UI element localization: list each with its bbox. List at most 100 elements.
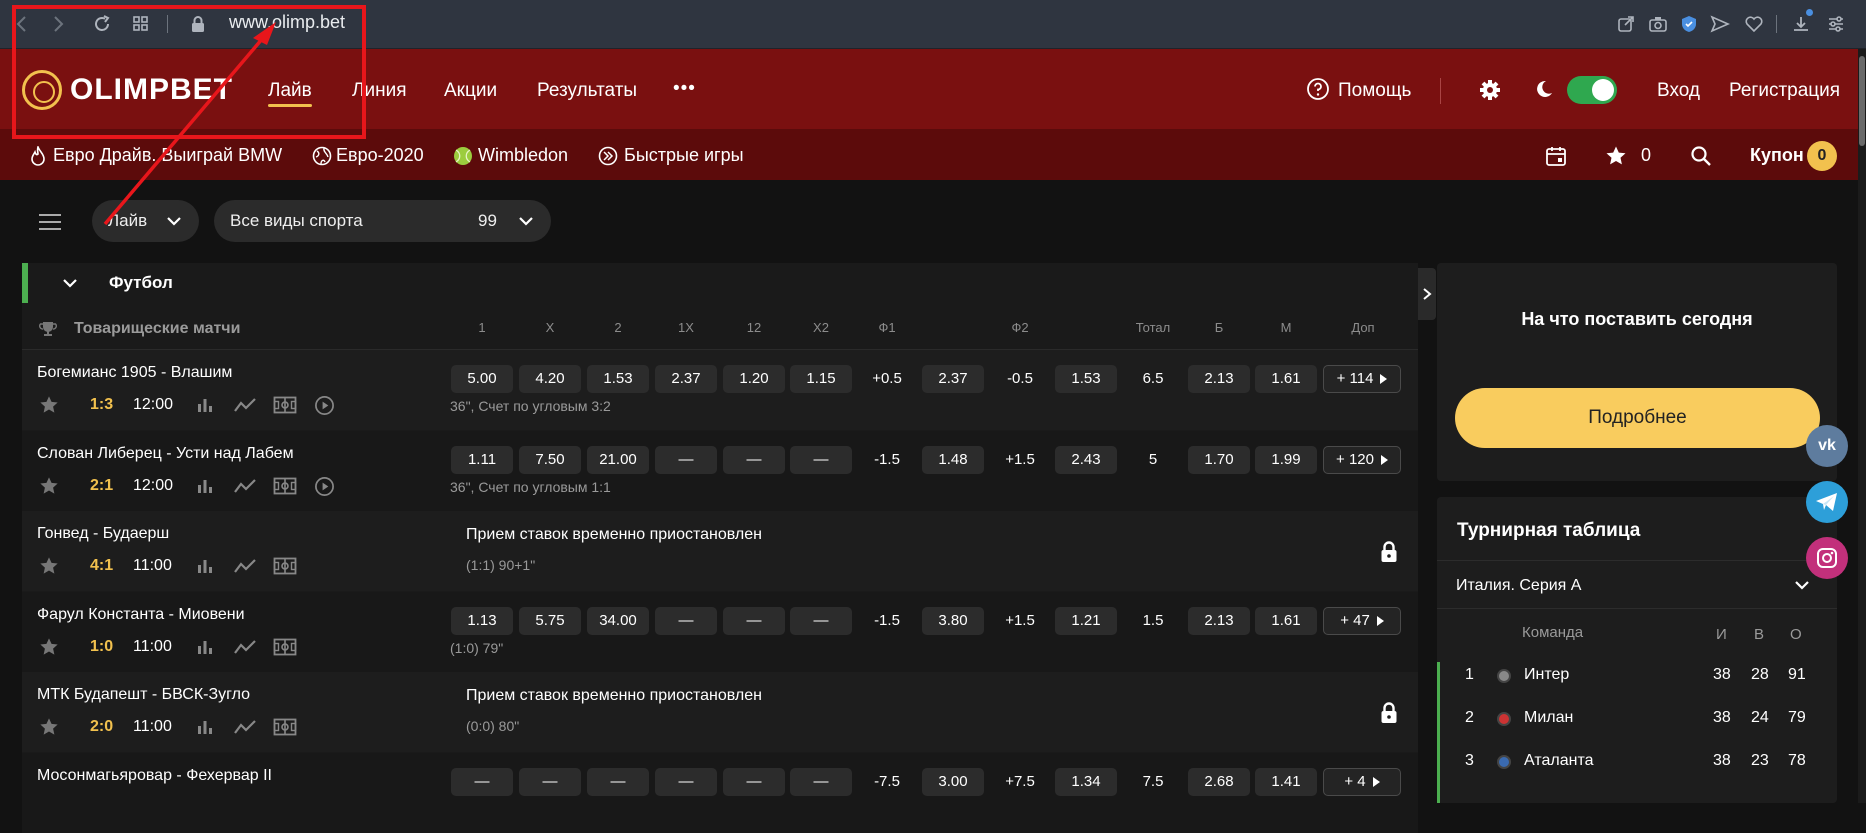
standings-team[interactable]: Милан <box>1524 709 1573 727</box>
odds-button[interactable]: 1.20 <box>723 365 785 393</box>
odds-button[interactable]: 7.50 <box>519 446 581 474</box>
odds-button[interactable]: — <box>790 446 852 474</box>
star-icon[interactable] <box>1605 145 1627 167</box>
field-icon[interactable] <box>273 718 297 736</box>
total-over-odds[interactable]: 1.70 <box>1188 446 1250 474</box>
telegram-button[interactable] <box>1806 481 1848 523</box>
favorite-star-icon[interactable] <box>39 556 59 576</box>
standings-league-select[interactable]: Италия. Серия А <box>1456 577 1581 595</box>
odds-button[interactable]: — <box>723 446 785 474</box>
total-over-odds[interactable]: 2.13 <box>1188 607 1250 635</box>
handicap-2-odds[interactable]: 1.53 <box>1055 365 1117 393</box>
odds-button[interactable]: — <box>655 607 717 635</box>
settings-sliders-icon[interactable] <box>1826 14 1846 34</box>
gear-icon[interactable] <box>1478 78 1502 102</box>
odds-button[interactable]: — <box>587 768 649 796</box>
odds-button[interactable]: 1.13 <box>451 607 513 635</box>
league-title[interactable]: Товарищеские матчи <box>74 320 240 338</box>
odds-button[interactable]: 5.75 <box>519 607 581 635</box>
match-row[interactable] <box>22 672 1418 752</box>
odds-button[interactable]: 21.00 <box>587 446 649 474</box>
chevron-down-icon[interactable] <box>62 276 78 290</box>
shield-icon[interactable] <box>1679 14 1699 34</box>
calendar-icon[interactable] <box>1545 145 1567 167</box>
promo-details-button[interactable]: Подробнее <box>1455 388 1820 448</box>
match-name[interactable]: Гонвед - Будаерш <box>37 525 169 543</box>
field-icon[interactable] <box>273 477 297 495</box>
handicap-2-odds[interactable]: 1.21 <box>1055 607 1117 635</box>
coupon-button[interactable]: Купон <box>1750 145 1804 166</box>
odds-button[interactable]: 1.53 <box>587 365 649 393</box>
camera-icon[interactable] <box>1648 14 1668 34</box>
match-name[interactable]: МТК Будапешт - БВСК-Зугло <box>37 686 250 704</box>
odds-button[interactable]: — <box>451 768 513 796</box>
match-name[interactable]: Мосонмагьяровар - Фехервар II <box>37 767 272 785</box>
field-icon[interactable] <box>273 396 297 414</box>
odds-button[interactable]: 2.37 <box>655 365 717 393</box>
trend-icon[interactable] <box>233 477 257 495</box>
help-icon[interactable] <box>1306 77 1330 101</box>
more-markets-button[interactable]: + 4 <box>1323 768 1401 796</box>
odds-button[interactable]: — <box>723 607 785 635</box>
nav-results[interactable]: Результаты <box>537 80 637 102</box>
trend-icon[interactable] <box>233 718 257 736</box>
search-icon[interactable] <box>1690 145 1712 167</box>
odds-button[interactable]: — <box>790 607 852 635</box>
register-link[interactable]: Регистрация <box>1729 80 1840 102</box>
odds-button[interactable]: — <box>655 768 717 796</box>
total-over-odds[interactable]: 2.68 <box>1188 768 1250 796</box>
total-over-odds[interactable]: 2.13 <box>1188 365 1250 393</box>
send-icon[interactable] <box>1710 14 1730 34</box>
match-name[interactable]: Фарул Константа - Миовени <box>37 606 245 624</box>
trend-icon[interactable] <box>233 638 257 656</box>
page-scrollbar[interactable] <box>1858 49 1866 803</box>
field-icon[interactable] <box>273 557 297 575</box>
total-under-odds[interactable]: 1.41 <box>1255 768 1317 796</box>
odds-button[interactable]: — <box>790 768 852 796</box>
odds-button[interactable]: — <box>723 768 785 796</box>
favorite-star-icon[interactable] <box>39 395 59 415</box>
odds-button[interactable]: 1.11 <box>451 446 513 474</box>
handicap-1-odds[interactable]: 2.37 <box>922 365 984 393</box>
favorite-star-icon[interactable] <box>39 717 59 737</box>
nav-more-button[interactable]: ••• <box>673 78 696 100</box>
chevron-down-icon[interactable] <box>1794 578 1810 592</box>
statistics-icon[interactable] <box>196 557 214 575</box>
heart-icon[interactable] <box>1744 14 1764 34</box>
standings-team[interactable]: Аталанта <box>1524 752 1593 770</box>
statistics-icon[interactable] <box>196 638 214 656</box>
odds-button[interactable]: 1.15 <box>790 365 852 393</box>
total-under-odds[interactable]: 1.61 <box>1255 607 1317 635</box>
share-icon[interactable] <box>1616 14 1636 34</box>
handicap-1-odds[interactable]: 3.80 <box>922 607 984 635</box>
vk-button[interactable]: vk <box>1806 425 1848 467</box>
more-markets-button[interactable]: + 120 <box>1323 446 1401 474</box>
favorite-star-icon[interactable] <box>39 476 59 496</box>
handicap-1-odds[interactable]: 3.00 <box>922 768 984 796</box>
subnav-euro-2020[interactable]: Евро-2020 <box>336 145 424 166</box>
video-play-icon[interactable] <box>314 476 335 497</box>
favorite-star-icon[interactable] <box>39 637 59 657</box>
match-name[interactable]: Слован Либерец - Усти над Лабем <box>37 445 294 463</box>
statistics-icon[interactable] <box>196 477 214 495</box>
nav-promotions[interactable]: Акции <box>444 80 497 102</box>
video-play-icon[interactable] <box>314 395 335 416</box>
more-markets-button[interactable]: + 114 <box>1323 365 1401 393</box>
total-under-odds[interactable]: 1.99 <box>1255 446 1317 474</box>
match-row[interactable] <box>22 511 1418 591</box>
match-name[interactable]: Богемианс 1905 - Влашим <box>37 364 232 382</box>
instagram-button[interactable] <box>1806 537 1848 579</box>
moon-icon[interactable] <box>1534 79 1554 99</box>
handicap-2-odds[interactable]: 1.34 <box>1055 768 1117 796</box>
help-link[interactable]: Помощь <box>1338 80 1411 102</box>
standings-team[interactable]: Интер <box>1524 666 1569 684</box>
field-icon[interactable] <box>273 638 297 656</box>
right-panel-collapse-button[interactable] <box>1418 268 1436 320</box>
odds-button[interactable]: 34.00 <box>587 607 649 635</box>
subnav-fast-games[interactable]: Быстрые игры <box>624 145 744 166</box>
subnav-wimbledon[interactable]: Wimbledon <box>478 145 568 166</box>
page-scrollbar-thumb[interactable] <box>1859 56 1865 146</box>
download-icon[interactable] <box>1791 14 1811 34</box>
more-markets-button[interactable]: + 47 <box>1323 607 1401 635</box>
statistics-icon[interactable] <box>196 718 214 736</box>
